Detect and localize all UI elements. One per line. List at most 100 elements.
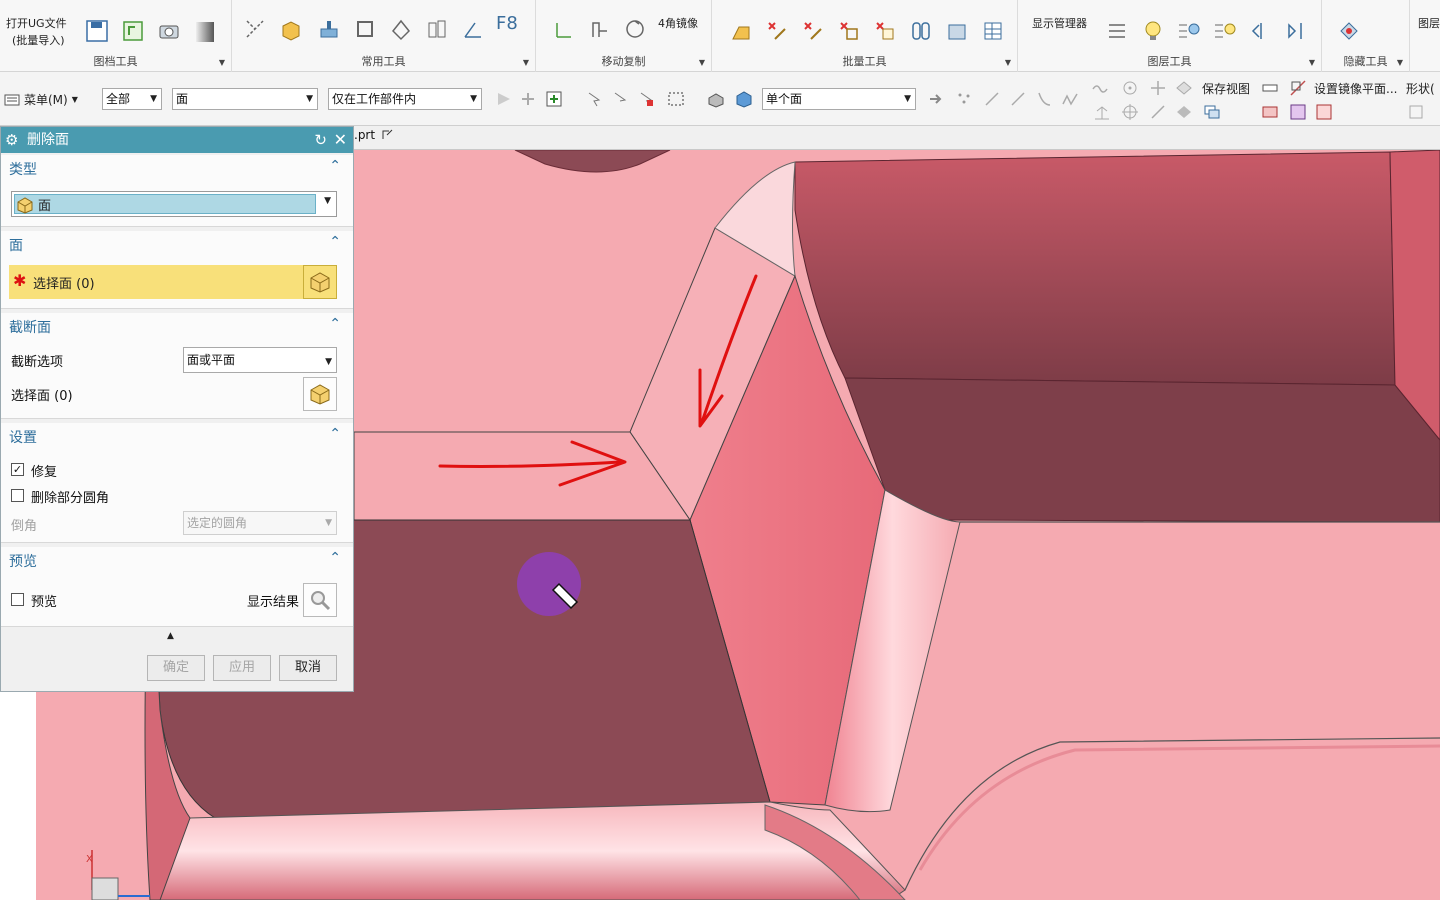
bulb-multi-icon[interactable] [1176,18,1202,44]
preview-section-header[interactable]: 预览 ⌃ [1,547,353,573]
mirror-plane-icon[interactable] [1288,78,1308,98]
select-all-icon[interactable] [518,89,538,109]
layer-list-icon[interactable] [1104,18,1130,44]
table-icon[interactable] [980,18,1006,44]
face-section-header[interactable]: 面 ⌃ [1,231,353,257]
bulb-on-icon[interactable] [1212,18,1238,44]
frame-icon[interactable] [352,16,378,42]
cut-face-section-header[interactable]: 截断面 ⌃ [1,313,353,339]
layer-color-icon[interactable] [1288,102,1308,122]
collapse-icon[interactable]: ⌃ [329,158,341,174]
select-face-button[interactable] [303,265,337,299]
trim-icon[interactable] [242,16,268,42]
rectangle-select-icon[interactable] [666,89,686,109]
snap-perpendicular-icon[interactable] [1092,102,1112,122]
expand-up-icon[interactable]: ▲ [167,631,174,641]
scope-filter-select[interactable]: 仅在工作部件内 ▼ [328,88,482,110]
batch-edge-icon[interactable] [800,18,826,44]
ruler-icon[interactable] [1260,78,1280,98]
collapse-icon[interactable]: ⌃ [329,316,341,332]
gradient-icon[interactable] [192,18,218,44]
layer-set-icon[interactable] [1260,102,1280,122]
chamfer-select[interactable]: 选定的圆角 ▼ [183,511,337,535]
display-manager-button[interactable]: 显示管理器 [1032,16,1087,31]
menu-button[interactable]: 菜单(M) ▼ [4,90,78,110]
wave-icon[interactable] [1090,78,1110,98]
batch-shape-icon[interactable] [728,18,754,44]
save-view-button[interactable]: 保存视图 [1202,80,1250,97]
cylinder-icon[interactable] [908,18,934,44]
select-box-icon[interactable] [636,89,656,109]
point-cloud-icon[interactable] [954,89,974,109]
layers-icon[interactable] [424,16,450,42]
repair-checkbox[interactable]: ✓ [11,463,24,476]
save-icon[interactable] [84,18,110,44]
close-icon[interactable]: ✕ [334,127,347,153]
settings-section-header[interactable]: 设置 ⌃ [1,423,353,449]
face-filter-select[interactable]: 面 ▼ [172,88,318,110]
preview-checkbox[interactable] [11,593,24,606]
view-window-icon[interactable] [1202,102,1222,122]
pocket-wall-top[interactable] [794,151,1396,386]
layer-export-icon[interactable] [1314,102,1334,122]
hide-object-icon[interactable] [1336,18,1362,44]
pocket-floor[interactable] [844,377,1440,523]
collapse-icon[interactable]: ⌃ [329,426,341,442]
box-icon[interactable] [278,16,304,42]
collapse-icon[interactable]: ⌃ [329,234,341,250]
center-point-icon[interactable] [1120,78,1140,98]
select-filter-icon[interactable] [494,89,514,109]
mirror-left-icon[interactable] [1248,18,1274,44]
angle-icon[interactable] [460,16,486,42]
document-tab[interactable]: .prt [354,128,393,142]
type-select[interactable]: 面 ▼ [11,191,337,217]
crosshair-icon[interactable] [1148,78,1168,98]
snap-line-icon[interactable] [1148,102,1168,122]
chevron-down-icon[interactable]: ▼ [1397,58,1403,67]
assembly-icon[interactable] [944,18,970,44]
delete-partial-blend-checkbox[interactable] [11,489,24,502]
curve-icon[interactable] [1034,89,1054,109]
type-section-header[interactable]: 类型 ⌃ [1,155,353,181]
solid-cube-icon[interactable] [734,89,754,109]
rotate-icon[interactable] [622,16,648,42]
pointer-icon[interactable] [610,89,630,109]
ledge-face[interactable] [353,431,691,521]
snap-circle-icon[interactable] [1120,102,1140,122]
line-end-icon[interactable] [1008,89,1028,109]
f8-button[interactable]: F8 [496,15,518,33]
chevron-down-icon[interactable]: ▼ [523,58,529,67]
chevron-down-icon[interactable]: ▼ [699,58,705,67]
camera-icon[interactable] [156,18,182,44]
bulb-icon[interactable] [1140,18,1166,44]
batch-hole-icon[interactable] [836,18,862,44]
copy-icon[interactable] [586,16,612,42]
ok-button[interactable]: 确定 [147,655,205,681]
cut-option-select[interactable]: 面或平面 ▼ [183,347,337,373]
brush-icon[interactable] [316,16,342,42]
cursor-arrow-icon[interactable] [584,89,604,109]
batch-delete-icon[interactable] [764,18,790,44]
dialog-title-bar[interactable]: ⚙ 删除面 ↻ ✕ [1,127,353,153]
view-icon[interactable] [1174,78,1194,98]
mirror-right-icon[interactable] [1284,18,1310,44]
shape-grid-icon[interactable] [1406,102,1426,122]
spline-icon[interactable] [1060,89,1080,109]
shape-icon[interactable] [388,16,414,42]
cancel-button[interactable]: 取消 [279,655,337,681]
select-face-row[interactable]: ✱ 选择面 (0) [9,265,303,299]
gear-icon[interactable]: ⚙ [5,127,18,153]
cut-select-face-button[interactable] [303,377,337,411]
show-result-button[interactable] [303,583,337,617]
body-icon[interactable] [706,89,726,109]
layer-button[interactable]: 图层 [1418,16,1440,31]
move-icon[interactable] [550,16,576,42]
set-mirror-plane-button[interactable]: 设置镜像平面... [1314,80,1397,97]
reset-icon[interactable]: ↻ [314,127,327,153]
mirror-4-corner-button[interactable]: 4角镜像 [658,16,698,31]
type-filter-select[interactable]: 全部 ▼ [102,88,162,110]
collapse-icon[interactable]: ⌃ [329,550,341,566]
batch-text-icon[interactable] [872,18,898,44]
face-rule-select[interactable]: 单个面 ▼ [762,88,916,110]
apply-button[interactable]: 应用 [213,655,271,681]
